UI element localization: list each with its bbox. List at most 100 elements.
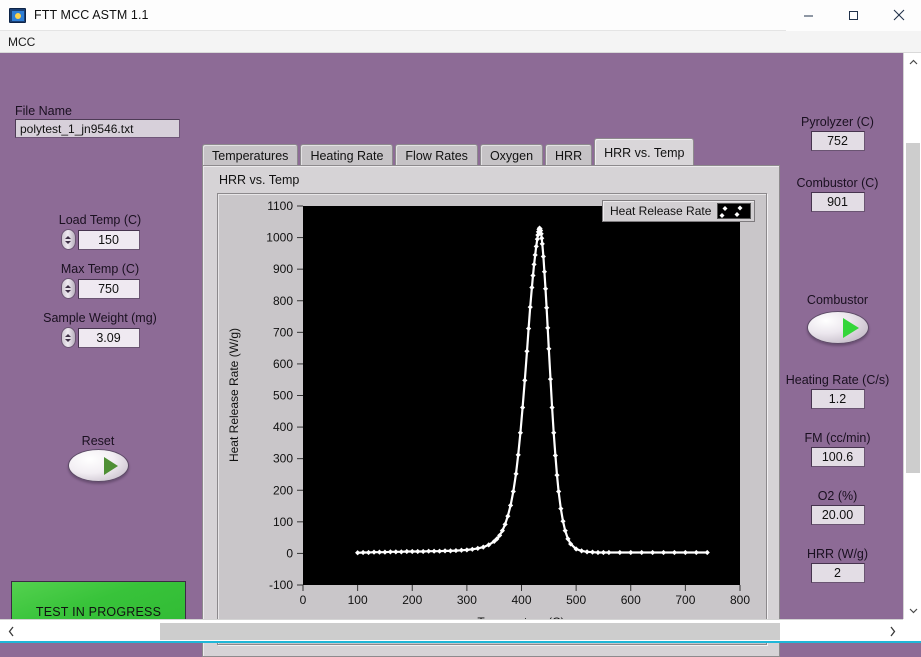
sample-weight-stepper[interactable] <box>61 327 76 348</box>
svg-text:-100: -100 <box>269 578 293 592</box>
scroll-down-icon[interactable] <box>904 601 921 619</box>
svg-text:900: 900 <box>273 262 293 276</box>
combustor-toggle-group: Combustor <box>780 293 895 344</box>
o2-label: O2 (%) <box>780 489 895 503</box>
svg-text:700: 700 <box>273 325 293 339</box>
svg-text:400: 400 <box>273 420 293 434</box>
stepper-up-icon[interactable] <box>65 236 71 239</box>
tab-panel-hrr-vs-temp: HRR vs. Temp -10001002003004005006007008… <box>202 165 780 657</box>
tab-hrr[interactable]: HRR <box>545 144 592 166</box>
svg-text:500: 500 <box>566 593 586 607</box>
main-panel: File Name polytest_1_jn9546.txt Load Tem… <box>0 53 921 619</box>
svg-text:800: 800 <box>730 593 750 607</box>
tab-oxygen[interactable]: Oxygen <box>480 144 543 166</box>
o2-value: 20.00 <box>811 505 865 525</box>
svg-text:0: 0 <box>286 546 293 560</box>
sample-weight-row: 3.09 <box>0 327 200 348</box>
left-control-column: File Name polytest_1_jn9546.txt Load Tem… <box>0 53 200 619</box>
legend-entry-label: Heat Release Rate <box>610 204 711 218</box>
file-name-input[interactable]: polytest_1_jn9546.txt <box>15 119 180 138</box>
title-bar-left: FTT MCC ASTM 1.1 <box>0 8 786 23</box>
load-temp-stepper[interactable] <box>61 229 76 250</box>
sample-weight-control: Sample Weight (mg) 3.09 <box>0 311 200 348</box>
vertical-scrollbar[interactable] <box>903 53 921 619</box>
combustor-temp-indicator: Combustor (C) 901 <box>780 176 895 212</box>
x-axis-ticks: 0100200300400500600700800 <box>300 585 751 607</box>
pyrolyzer-label: Pyrolyzer (C) <box>780 115 895 129</box>
legend-swatch <box>717 203 751 219</box>
y-axis-label: Heat Release Rate (W/g) <box>227 328 241 462</box>
max-temp-row: 750 <box>0 278 200 299</box>
scroll-right-icon[interactable] <box>881 620 903 643</box>
stepper-up-icon[interactable] <box>65 285 71 288</box>
fm-value: 100.6 <box>811 447 865 467</box>
svg-text:100: 100 <box>348 593 368 607</box>
load-temp-input[interactable]: 150 <box>78 230 140 250</box>
load-temp-control: Load Temp (C) 150 <box>0 213 200 250</box>
menu-bar: MCC <box>0 31 921 53</box>
minimize-button[interactable] <box>786 0 831 31</box>
play-triangle-icon <box>104 457 118 475</box>
window-title: FTT MCC ASTM 1.1 <box>34 8 149 22</box>
labview-app-icon <box>9 8 26 23</box>
svg-text:1100: 1100 <box>267 199 293 213</box>
stepper-up-icon[interactable] <box>65 334 71 337</box>
maximize-button[interactable] <box>831 0 876 31</box>
reset-label: Reset <box>0 434 196 448</box>
y-axis-ticks: -100010020030040050060070080090010001100 <box>266 199 303 592</box>
max-temp-control: Max Temp (C) 750 <box>0 262 200 299</box>
plot-svg: -100010020030040050060070080090010001100… <box>218 194 768 646</box>
horizontal-scrollbar-thumb[interactable] <box>160 623 780 640</box>
horizontal-scrollbar[interactable] <box>0 619 921 643</box>
legend-marker-icon <box>718 204 750 218</box>
reset-button[interactable] <box>68 449 129 482</box>
tab-hrr-vs-temp[interactable]: HRR vs. Temp <box>594 138 694 166</box>
heating-rate-label: Heating Rate (C/s) <box>780 373 895 387</box>
svg-text:100: 100 <box>273 515 293 529</box>
max-temp-stepper[interactable] <box>61 278 76 299</box>
max-temp-input[interactable]: 750 <box>78 279 140 299</box>
svg-text:800: 800 <box>273 294 293 308</box>
sample-weight-label: Sample Weight (mg) <box>0 311 200 325</box>
svg-text:0: 0 <box>300 593 307 607</box>
play-triangle-icon <box>843 318 859 338</box>
scroll-left-icon[interactable] <box>0 620 22 643</box>
hrr-indicator: HRR (W/g) 2 <box>780 547 895 583</box>
heating-rate-indicator: Heating Rate (C/s) 1.2 <box>780 373 895 409</box>
graph-caption: HRR vs. Temp <box>219 173 299 187</box>
svg-text:500: 500 <box>273 389 293 403</box>
vertical-scrollbar-thumb[interactable] <box>906 143 920 473</box>
close-button[interactable] <box>876 0 921 31</box>
oxygen-indicator: O2 (%) 20.00 <box>780 489 895 525</box>
combustor-temp-label: Combustor (C) <box>780 176 895 190</box>
flow-meter-indicator: FM (cc/min) 100.6 <box>780 431 895 467</box>
sample-weight-input[interactable]: 3.09 <box>78 328 140 348</box>
stepper-down-icon[interactable] <box>65 339 71 342</box>
menu-item-mcc[interactable]: MCC <box>0 35 43 49</box>
pyrolyzer-indicator: Pyrolyzer (C) 752 <box>780 115 895 151</box>
plot-area-background <box>303 206 740 585</box>
svg-text:600: 600 <box>621 593 641 607</box>
svg-text:400: 400 <box>511 593 531 607</box>
tab-flow-rates[interactable]: Flow Rates <box>395 144 478 166</box>
combustor-toggle-button[interactable] <box>807 311 869 344</box>
window-title-bar: FTT MCC ASTM 1.1 <box>0 0 921 31</box>
load-temp-row: 150 <box>0 229 200 250</box>
pyrolyzer-value: 752 <box>811 131 865 151</box>
combustor-temp-value: 901 <box>811 192 865 212</box>
chart-legend[interactable]: Heat Release Rate <box>602 200 755 222</box>
svg-text:1000: 1000 <box>266 231 293 245</box>
tab-heating-rate[interactable]: Heating Rate <box>300 144 393 166</box>
svg-text:700: 700 <box>675 593 695 607</box>
scroll-up-icon[interactable] <box>904 53 921 71</box>
stepper-down-icon[interactable] <box>65 241 71 244</box>
svg-text:600: 600 <box>273 357 293 371</box>
max-temp-label: Max Temp (C) <box>0 262 200 276</box>
tab-temperatures[interactable]: Temperatures <box>202 144 298 166</box>
right-indicator-column: Pyrolyzer (C) 752 Combustor (C) 901 Comb… <box>780 53 895 619</box>
load-temp-label: Load Temp (C) <box>0 213 200 227</box>
hrr-vs-temp-graph[interactable]: -100010020030040050060070080090010001100… <box>217 193 767 645</box>
svg-text:300: 300 <box>457 593 477 607</box>
stepper-down-icon[interactable] <box>65 290 71 293</box>
heating-rate-value: 1.2 <box>811 389 865 409</box>
